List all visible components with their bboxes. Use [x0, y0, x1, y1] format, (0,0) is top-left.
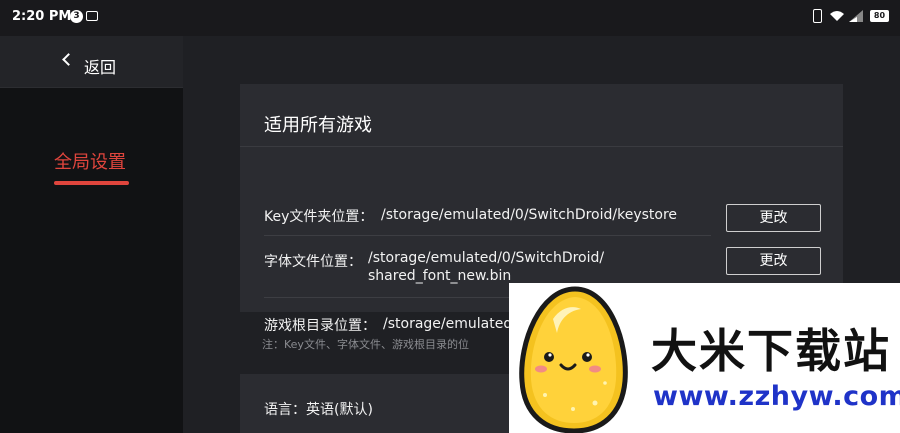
status-time: 2:20 PM — [12, 9, 72, 24]
watermark-overlay: 大米下载站 www.zzhyw.com — [509, 283, 900, 433]
back-button[interactable]: 返回 — [0, 36, 183, 88]
watermark-url: www.zzhyw.com — [653, 381, 900, 412]
font-file-path: /storage/emulated/0/SwitchDroid/ shared_… — [368, 250, 605, 284]
screenshot-icon — [86, 11, 98, 21]
wifi-icon — [830, 11, 844, 21]
settings-card: 适用所有游戏 Key文件夹位置： /storage/emulated/0/Swi… — [240, 84, 843, 337]
language-value: 英语(默认) — [306, 402, 373, 418]
signal-icon — [849, 10, 863, 22]
change-key-folder-button[interactable]: 更改 — [726, 204, 821, 232]
notification-badge-icon: 3 — [70, 10, 83, 23]
change-font-file-button[interactable]: 更改 — [726, 247, 821, 275]
sidebar: 返回 全局设置 — [0, 36, 183, 433]
card-title: 适用所有游戏 — [264, 115, 372, 136]
key-folder-path: /storage/emulated/0/SwitchDroid/keystore — [381, 207, 678, 223]
watermark-title: 大米下载站 — [651, 324, 891, 378]
back-label: 返回 — [84, 58, 117, 77]
vibrate-icon — [813, 9, 822, 23]
active-indicator — [54, 181, 129, 185]
note-text: 注：Key文件、字体文件、游戏根目录的位 — [262, 338, 469, 351]
divider — [264, 235, 711, 236]
chevron-left-icon — [62, 53, 75, 66]
language-label: 语言：英语(默认) — [264, 402, 373, 418]
status-bar: 2:20 PM 3 80 — [0, 0, 900, 36]
egg-mascot-icon — [519, 286, 628, 433]
sidebar-item-label: 全局设置 — [54, 152, 126, 173]
battery-icon: 80 — [870, 10, 889, 22]
font-file-label: 字体文件位置： — [264, 254, 362, 270]
key-folder-label: Key文件夹位置： — [264, 209, 374, 225]
game-root-label: 游戏根目录位置： — [264, 318, 376, 334]
divider — [240, 146, 843, 147]
